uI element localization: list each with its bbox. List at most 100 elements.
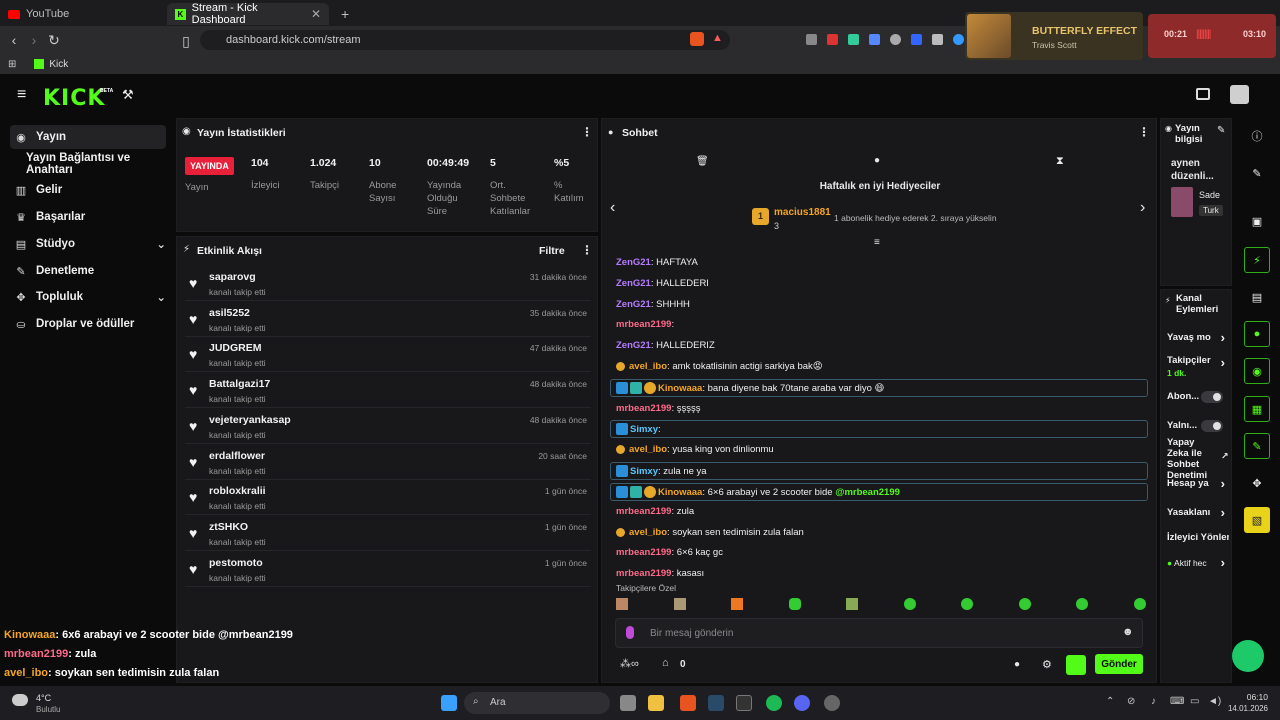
event-row[interactable]: ♥ ztSHKO kanalı takip etti 1 gün önce <box>185 517 591 551</box>
brave-icon[interactable] <box>680 695 696 711</box>
gear-icon[interactable]: ⚙ <box>1042 658 1052 671</box>
discord-icon[interactable] <box>794 695 810 711</box>
tab-youtube[interactable]: YouTube <box>0 3 165 25</box>
chevron-up-icon[interactable]: ⌃ <box>1106 696 1114 707</box>
chat-settings-bubble-icon[interactable]: ● <box>1014 659 1020 670</box>
recorder-widget[interactable]: 00:21 ||||||||| 03:10 <box>1148 14 1276 58</box>
brave-shield-icon[interactable] <box>690 32 704 46</box>
obs-icon[interactable] <box>824 695 840 711</box>
info-icon[interactable]: ⓘ <box>1244 123 1270 149</box>
extension-icon[interactable] <box>932 34 943 45</box>
bookmark-icon[interactable]: ▯ <box>176 33 196 50</box>
chat-bubble-icon[interactable]: ● <box>874 155 880 166</box>
theater-mode-icon[interactable] <box>1196 88 1210 100</box>
support-icon[interactable] <box>1232 640 1264 672</box>
top-gifter-name[interactable]: macius1881 <box>774 207 831 218</box>
spotify-icon[interactable] <box>766 695 782 711</box>
reload-icon[interactable]: ↻ <box>44 32 64 49</box>
followers-mode-setting[interactable]: Takipçiler 1 dk. › <box>1167 355 1229 380</box>
chat-mention[interactable]: @mrbean2199 <box>835 487 900 498</box>
chat-message[interactable]: ZenG21: HALLEDERIZ <box>616 337 715 353</box>
back-icon[interactable]: ‹ <box>4 32 24 48</box>
emote[interactable] <box>1018 598 1031 610</box>
chat-message[interactable]: avel_ibo: amk tokatlisinin actigi sarkiy… <box>616 358 823 374</box>
taskbar-search[interactable]: ⌕ Ara <box>464 692 610 714</box>
chat-username[interactable]: ZenG21 <box>616 257 651 268</box>
kick-logo[interactable]: KICK <box>43 86 105 111</box>
new-tab-button[interactable]: + <box>333 3 357 25</box>
chat-username[interactable]: mrbean2199 <box>616 403 671 414</box>
viewer-redirect-setting[interactable]: İzleyici Yönlen <box>1167 532 1229 543</box>
chat-message[interactable]: mrbean2199: şşşşş <box>616 400 700 416</box>
chat-message[interactable]: mrbean2199: 6×6 kaç gc <box>616 544 723 560</box>
event-row[interactable]: ♥ vejeteryankasap kanalı takip etti 48 daki… <box>185 410 591 444</box>
steam-icon[interactable] <box>708 695 724 711</box>
mic-icon[interactable]: ♪ <box>1151 696 1156 707</box>
emote-only-setting[interactable]: Yalnı... <box>1167 420 1229 432</box>
extension-icon[interactable] <box>827 34 838 45</box>
store-icon[interactable]: ⌂ <box>662 657 669 669</box>
bolt-icon[interactable]: ⚡ <box>1244 247 1270 273</box>
chat-username[interactable]: mrbean2199 <box>616 506 671 517</box>
active-target-setting[interactable]: ● Aktif hec › <box>1167 555 1229 570</box>
ai-moderation-setting[interactable]: Yapay Zeka ile Sohbet Denetimi ↗ <box>1167 437 1229 481</box>
trash-icon[interactable]: 🗑 <box>696 156 709 167</box>
toggle-switch[interactable] <box>1201 391 1223 403</box>
chat-username[interactable]: mrbean2199 <box>616 319 671 330</box>
sidebar-item-studyo[interactable]: ▤ Stüdyo ⌄ <box>10 232 166 256</box>
slow-mode-setting[interactable]: Yavaş mo › <box>1167 330 1229 345</box>
clapper-icon[interactable]: ▧ <box>1244 507 1270 533</box>
bookmark-kick[interactable]: Kick <box>49 59 68 70</box>
extension-icon[interactable] <box>890 34 901 45</box>
people-icon[interactable]: ⁂∞ <box>620 657 639 670</box>
menu-icon[interactable]: ≡ <box>17 86 26 104</box>
kick-power-icon[interactable] <box>1066 655 1086 675</box>
chat-message[interactable]: ZenG21: SHHHH <box>616 296 690 312</box>
chat-username[interactable]: avel_ibo <box>629 361 667 372</box>
pin-icon[interactable]: ≡ <box>874 237 880 248</box>
chat-message[interactable]: Simxy: zula ne ya <box>610 462 1148 480</box>
emote[interactable] <box>961 598 974 610</box>
hammer-icon[interactable]: ⚒ <box>122 87 134 103</box>
edit-icon[interactable]: ✎ <box>1217 125 1225 136</box>
emote[interactable] <box>673 598 686 610</box>
url-field[interactable]: dashboard.kick.com/stream <box>200 30 730 50</box>
sidebar-item-gelir[interactable]: ▥ Gelir <box>10 178 166 202</box>
chat-message[interactable]: mrbean2199: kasası <box>616 565 704 581</box>
chat-username[interactable]: ZenG21 <box>616 299 651 310</box>
chat-message[interactable]: Kinowaaa: bana diyene bak 70tane araba v… <box>610 379 1148 397</box>
chat-username[interactable]: Kinowaaa <box>658 383 702 394</box>
chat-username[interactable]: mrbean2199 <box>616 568 671 579</box>
start-icon[interactable] <box>441 695 457 711</box>
event-row[interactable]: ♥ pestomoto kanalı takip etti 1 gün önce <box>185 553 591 587</box>
media-widget[interactable]: BUTTERFLY EFFECT Travis Scott <box>965 12 1143 60</box>
sidebar-item-stream-key[interactable]: Yayın Bağlantısı ve Anahtarı <box>26 152 172 176</box>
event-row[interactable]: ♥ JUDGREM kanalı takip etti 47 dakika önce <box>185 338 591 373</box>
wrench-icon[interactable]: ✎ <box>1244 433 1270 459</box>
chat-input[interactable]: Bir mesaj gönderin ☻ <box>615 618 1143 648</box>
chat-message[interactable]: avel_ibo: yusa king von dinlionmu <box>616 441 774 457</box>
epic-games-icon[interactable] <box>736 695 752 711</box>
mic-icon[interactable] <box>626 626 634 639</box>
chat-username[interactable]: avel_ibo <box>629 444 667 455</box>
chat-message[interactable]: Kinowaaa: 6×6 arabayi ve 2 scooter bide … <box>610 483 1148 501</box>
chat-message[interactable]: ZenG21: HALLEDERI <box>616 275 709 291</box>
event-row[interactable]: ♥ saparovg kanalı takip etti 31 dakika önce <box>185 267 591 301</box>
chat-message[interactable]: mrbean2199: zula <box>616 503 694 519</box>
forward-icon[interactable]: › <box>24 32 44 48</box>
task-view-icon[interactable] <box>620 695 636 711</box>
network-icon[interactable]: ▭ <box>1190 696 1199 707</box>
close-tab-icon[interactable]: ✕ <box>311 7 321 21</box>
avatar[interactable] <box>1230 85 1249 104</box>
hourglass-icon[interactable]: ⧗ <box>1056 155 1064 168</box>
banned-words-setting[interactable]: Yasaklanı › <box>1167 505 1229 520</box>
chat-username[interactable]: Simxy <box>630 466 658 477</box>
broadcast-icon[interactable]: ◉ <box>1244 358 1270 384</box>
event-row[interactable]: ♥ Battalgazi17 kanalı takip etti 48 dakika … <box>185 374 591 409</box>
chat-message[interactable]: mrbean2199: <box>616 316 677 332</box>
layout-icon[interactable]: ▦ <box>1244 396 1270 422</box>
edit-icon[interactable]: ✎ <box>1244 160 1270 186</box>
filter-button[interactable]: Filtre <box>539 245 565 257</box>
emote[interactable] <box>903 598 916 610</box>
sidebar-item-droplar[interactable]: ⛀ Droplar ve ödüller <box>10 312 166 336</box>
